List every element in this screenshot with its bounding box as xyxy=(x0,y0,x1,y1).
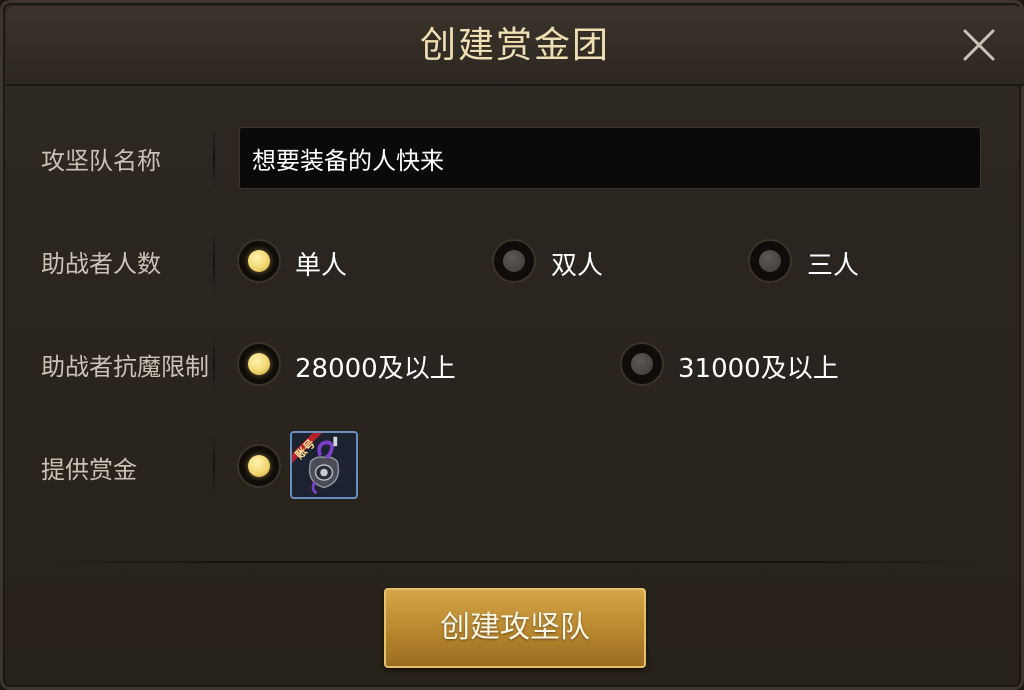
title-bar: 创建赏金团 xyxy=(6,6,1024,86)
magic-resist-28000-radio[interactable] xyxy=(237,342,281,386)
helper-count-single-radio[interactable] xyxy=(237,239,281,283)
helper-count-label: 助战者人数 xyxy=(41,250,161,278)
radio-dot xyxy=(248,250,270,272)
row-divider xyxy=(213,125,215,191)
row-divider xyxy=(213,433,215,499)
radio-dot xyxy=(248,353,270,375)
row-divider xyxy=(213,331,215,397)
close-button[interactable] xyxy=(959,25,999,65)
team-name-label: 攻坚队名称 xyxy=(41,147,161,175)
magic-resist-label: 助战者抗魔限制 xyxy=(41,353,209,381)
magic-resist-31000-radio[interactable] xyxy=(620,342,664,386)
create-team-button[interactable]: 创建攻坚队 xyxy=(384,588,646,668)
magic-resist-31000-label[interactable]: 31000及以上 xyxy=(678,348,839,385)
radio-dot xyxy=(759,250,781,272)
row-divider xyxy=(213,228,215,294)
dialog-title: 创建赏金团 xyxy=(419,25,610,66)
bounty-radio[interactable] xyxy=(237,444,281,488)
magic-resist-28000-label[interactable]: 28000及以上 xyxy=(295,348,456,385)
close-icon xyxy=(963,29,995,61)
helper-count-double-radio[interactable] xyxy=(492,239,536,283)
create-bounty-dialog: 创建赏金团 攻坚队名称 助战者人数 单人 双人 三人 助战者抗魔限制 28000… xyxy=(0,0,1024,690)
bounty-item-icon[interactable]: 账号 xyxy=(290,431,358,499)
bounty-label: 提供赏金 xyxy=(41,456,137,484)
helper-count-triple-label[interactable]: 三人 xyxy=(807,245,859,282)
team-name-input[interactable] xyxy=(239,127,981,189)
helper-count-triple-radio[interactable] xyxy=(748,239,792,283)
footer-divider xyxy=(43,561,987,563)
helper-count-single-label[interactable]: 单人 xyxy=(295,245,347,282)
helper-count-double-label[interactable]: 双人 xyxy=(551,245,603,282)
radio-dot xyxy=(248,455,270,477)
radio-dot xyxy=(503,250,525,272)
radio-dot xyxy=(631,353,653,375)
